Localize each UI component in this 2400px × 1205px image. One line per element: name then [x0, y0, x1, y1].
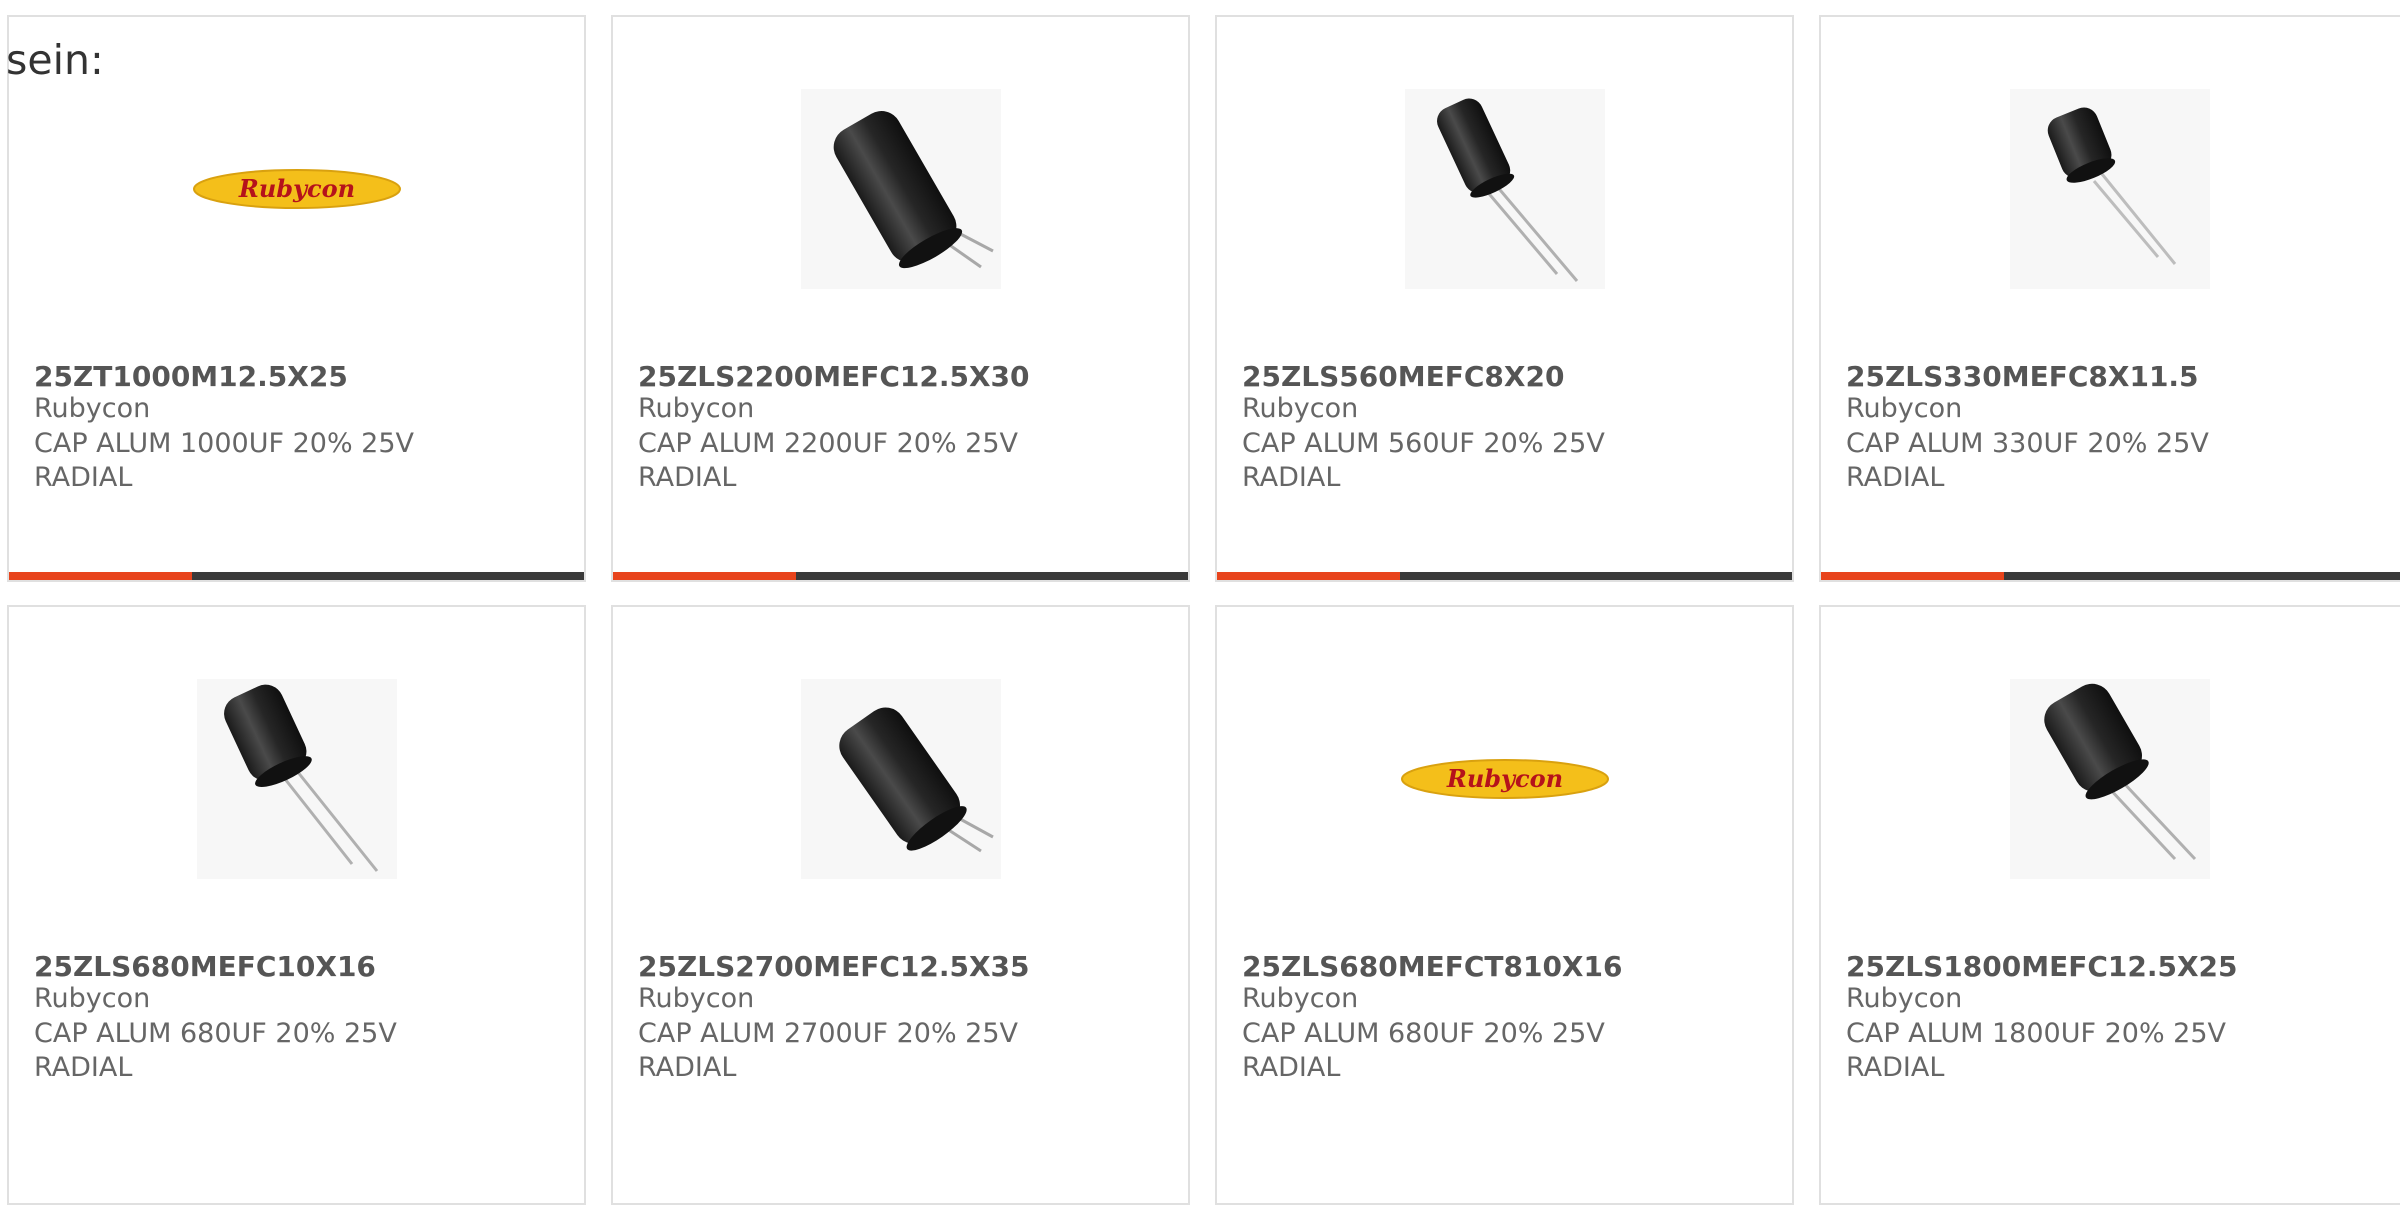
product-description: CAP ALUM 560UF 20% 25V RADIAL	[1242, 428, 1605, 493]
product-description: CAP ALUM 2200UF 20% 25V RADIAL	[638, 428, 1019, 493]
product-image	[613, 679, 1188, 879]
product-card[interactable]: Rubycon 25ZT1000M12.5X25 Rubycon CAP ALU…	[7, 15, 586, 582]
card-accent-bar	[9, 572, 192, 580]
product-card[interactable]: 25ZLS2700MEFC12.5X35 Rubycon CAP ALUM 27…	[611, 605, 1190, 1205]
card-accent-bar	[1217, 572, 1400, 580]
card-accent-bar	[613, 572, 796, 580]
product-image: Rubycon	[1217, 679, 1792, 879]
product-description: CAP ALUM 330UF 20% 25V RADIAL	[1846, 428, 2209, 493]
product-description: CAP ALUM 1800UF 20% 25V RADIAL	[1846, 1018, 2227, 1083]
product-manufacturer: Rubycon	[1242, 393, 1359, 424]
product-manufacturer: Rubycon	[34, 393, 151, 424]
product-manufacturer: Rubycon	[638, 393, 755, 424]
card-bottom-bar	[613, 572, 1188, 580]
capacitor-icon	[1404, 89, 1605, 289]
product-card[interactable]: 25ZLS2200MEFC12.5X30 Rubycon CAP ALUM 22…	[611, 15, 1190, 582]
card-bottom-bar	[9, 572, 584, 580]
product-grid: Rubycon 25ZT1000M12.5X25 Rubycon CAP ALU…	[7, 15, 2400, 1205]
intro-text: sein:	[6, 36, 104, 84]
product-card[interactable]: 25ZLS330MEFC8X11.5 Rubycon CAP ALUM 330U…	[1819, 15, 2400, 582]
product-manufacturer: Rubycon	[638, 983, 755, 1014]
product-description: CAP ALUM 1000UF 20% 25V RADIAL	[34, 428, 415, 493]
svg-text:Rubycon: Rubycon	[1445, 764, 1562, 793]
svg-text:Rubycon: Rubycon	[237, 174, 354, 203]
product-image: Rubycon	[9, 89, 584, 289]
product-image	[1217, 89, 1792, 289]
product-part-number[interactable]: 25ZLS2200MEFC12.5X30	[638, 360, 1030, 393]
card-accent-bar	[1821, 572, 2004, 580]
capacitor-icon	[196, 679, 397, 879]
product-manufacturer: Rubycon	[1846, 983, 1963, 1014]
product-part-number[interactable]: 25ZLS560MEFC8X20	[1242, 360, 1564, 393]
product-card[interactable]: 25ZLS560MEFC8X20 Rubycon CAP ALUM 560UF …	[1215, 15, 1794, 582]
rubycon-logo-icon: Rubycon	[1400, 759, 1609, 799]
card-bottom-bar	[1821, 572, 2400, 580]
product-part-number[interactable]: 25ZLS330MEFC8X11.5	[1846, 360, 2199, 393]
rubycon-logo-icon: Rubycon	[192, 169, 401, 209]
product-manufacturer: Rubycon	[1846, 393, 1963, 424]
card-bottom-bar	[1217, 572, 1792, 580]
product-description: CAP ALUM 680UF 20% 25V RADIAL	[1242, 1018, 1605, 1083]
product-card[interactable]: 25ZLS680MEFC10X16 Rubycon CAP ALUM 680UF…	[7, 605, 586, 1205]
product-part-number[interactable]: 25ZLS2700MEFC12.5X35	[638, 950, 1030, 983]
product-part-number[interactable]: 25ZLS1800MEFC12.5X25	[1846, 950, 2238, 983]
product-part-number[interactable]: 25ZT1000M12.5X25	[34, 360, 348, 393]
product-card[interactable]: 25ZLS1800MEFC12.5X25 Rubycon CAP ALUM 18…	[1819, 605, 2400, 1205]
capacitor-icon	[800, 89, 1001, 289]
capacitor-icon	[2009, 89, 2210, 289]
product-card[interactable]: Rubycon 25ZLS680MEFCT810X16 Rubycon CAP …	[1215, 605, 1794, 1205]
product-image	[1821, 89, 2398, 289]
capacitor-icon	[800, 679, 1001, 879]
product-manufacturer: Rubycon	[34, 983, 151, 1014]
product-image	[1821, 679, 2398, 879]
product-manufacturer: Rubycon	[1242, 983, 1359, 1014]
capacitor-icon	[2009, 679, 2210, 879]
product-part-number[interactable]: 25ZLS680MEFC10X16	[34, 950, 376, 983]
product-image	[613, 89, 1188, 289]
product-part-number[interactable]: 25ZLS680MEFCT810X16	[1242, 950, 1623, 983]
product-description: CAP ALUM 680UF 20% 25V RADIAL	[34, 1018, 397, 1083]
product-image	[9, 679, 584, 879]
product-description: CAP ALUM 2700UF 20% 25V RADIAL	[638, 1018, 1019, 1083]
